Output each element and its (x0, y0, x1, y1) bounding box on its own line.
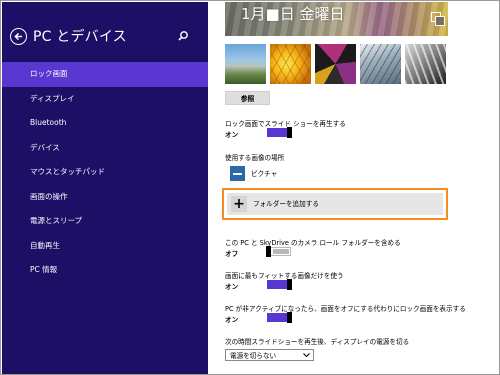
preview-date: 1月■日 金曜日 (241, 5, 345, 23)
sidebar-nav: ロック画面 ディスプレイ Bluetooth デバイス マウスとタッチパッド 画… (2, 62, 208, 283)
inactive-lock-label: PC が非アクティブになったら、画面をオフにする代わりにロック画面を表示する (225, 305, 466, 313)
toggle-knob (287, 312, 292, 323)
folder-item-pictures[interactable]: ピクチャ (230, 165, 430, 181)
add-folder-button[interactable]: + フォルダーを追加する (227, 193, 443, 215)
thumbnail-piano[interactable] (405, 44, 446, 84)
slideshow-icon (431, 12, 445, 26)
window-frame: PC とデバイス ロック画面 ディスプレイ Bluetooth デバイス マウス… (0, 0, 500, 375)
slideshow-toggle[interactable] (267, 127, 292, 138)
dropdown-value: 電源を切らない (230, 352, 277, 360)
thumbnail-abstract[interactable] (315, 44, 356, 84)
sidebar-header: PC とデバイス (10, 26, 200, 46)
thumbnail-mountain[interactable] (225, 44, 266, 84)
sidebar-item-autoplay[interactable]: 自動再生 (2, 234, 208, 259)
slideshow-state: オン (225, 131, 239, 139)
sidebar-item-bluetooth[interactable]: Bluetooth (2, 111, 208, 136)
toggle-knob (287, 279, 292, 290)
plus-icon: + (231, 196, 247, 212)
sidebar-title: PC とデバイス (33, 29, 127, 45)
camera-roll-state: オフ (225, 250, 239, 258)
lock-screen-preview: 1月■日 金曜日 (225, 2, 448, 36)
fit-images-label: 画面に最もフィットする画像だけを使う (225, 272, 344, 280)
camera-roll-toggle[interactable] (266, 246, 291, 257)
sidebar-item-devices[interactable]: デバイス (2, 136, 208, 161)
browse-button[interactable]: 参照 (225, 91, 270, 105)
toggle-knob (266, 246, 271, 257)
slideshow-label: ロック画面でスライド ショーを再生する (225, 120, 346, 128)
image-location-label: 使用する画像の場所 (225, 154, 285, 162)
power-off-dropdown[interactable]: 電源を切らない (225, 349, 314, 361)
back-arrow-icon (14, 32, 23, 40)
toggle-knob (287, 127, 292, 138)
sidebar-item-pc-info[interactable]: PC 情報 (2, 258, 208, 283)
main-content: 1月■日 金曜日 参照 ロック画面でスライド ショーを再生する オン 使用する画… (208, 2, 499, 374)
search-icon[interactable] (176, 29, 190, 43)
chevron-down-icon (303, 353, 310, 358)
sidebar: PC とデバイス ロック画面 ディスプレイ Bluetooth デバイス マウス… (2, 2, 208, 374)
sidebar-item-mouse-touchpad[interactable]: マウスとタッチパッド (2, 160, 208, 185)
back-button[interactable] (10, 27, 27, 45)
slideshow-icon-front (435, 16, 445, 26)
sidebar-item-lock-screen[interactable]: ロック画面 (2, 62, 208, 87)
add-folder-highlight: + フォルダーを追加する (222, 188, 448, 220)
power-off-label: 次の時間スライドショーを再生後、ディスプレイの電源を切る (225, 338, 410, 346)
sidebar-item-power-sleep[interactable]: 電源とスリープ (2, 209, 208, 234)
folder-icon (230, 165, 245, 181)
sidebar-item-corners-edges[interactable]: 画面の操作 (2, 185, 208, 210)
image-thumbnails (225, 44, 448, 84)
add-folder-label: フォルダーを追加する (253, 200, 319, 208)
folder-item-label: ピクチャ (251, 170, 278, 178)
inactive-lock-toggle[interactable] (267, 312, 292, 323)
sidebar-item-display[interactable]: ディスプレイ (2, 87, 208, 112)
thumbnail-architecture[interactable] (360, 44, 401, 84)
camera-roll-label: この PC と SkyDrive のカメラ ロール フォルダーを含める (225, 239, 401, 247)
inactive-lock-state: オン (225, 316, 239, 324)
fit-images-state: オン (225, 283, 239, 291)
thumbnail-honeycomb[interactable] (270, 44, 311, 84)
fit-images-toggle[interactable] (267, 279, 292, 290)
